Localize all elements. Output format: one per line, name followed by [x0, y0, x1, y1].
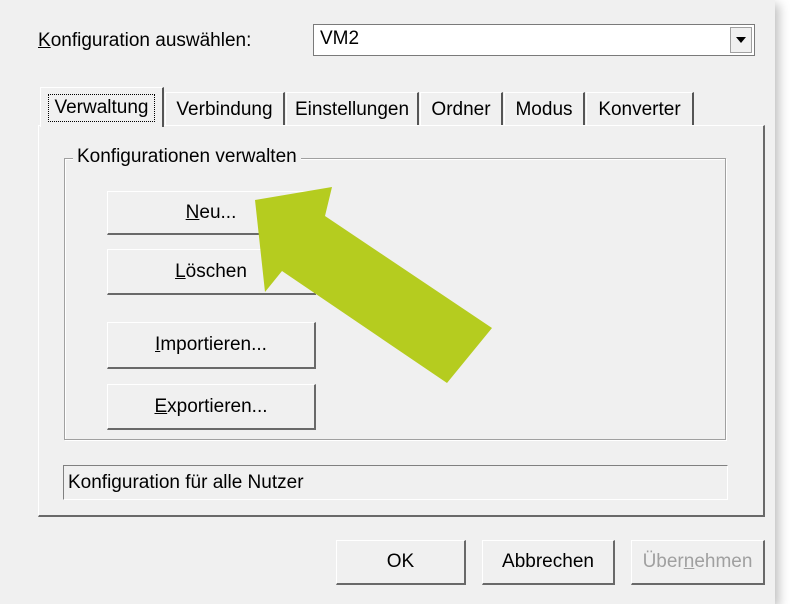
status-text: Konfiguration für alle Nutzer: [68, 472, 304, 493]
config-select[interactable]: VM2: [313, 24, 755, 56]
import-button[interactable]: Importieren...: [107, 322, 316, 369]
status-field: Konfiguration für alle Nutzer: [63, 465, 728, 500]
tab-verwaltung[interactable]: Verwaltung: [40, 87, 164, 127]
group-title: Konfigurationen verwalten: [73, 146, 301, 168]
cancel-button[interactable]: Abbrechen: [482, 540, 615, 585]
delete-button[interactable]: Löschen: [107, 249, 316, 295]
new-button[interactable]: Neu...: [107, 191, 316, 235]
settings-dialog: Konfiguration auswählen: VM2 Verwaltung …: [0, 0, 775, 604]
tab-einstellungen[interactable]: Einstellungen: [286, 92, 419, 126]
tab-ordner[interactable]: Ordner: [420, 92, 503, 126]
tab-modus[interactable]: Modus: [504, 92, 585, 126]
chevron-down-icon[interactable]: [730, 27, 752, 53]
apply-button[interactable]: Übernehmen: [631, 540, 765, 585]
export-button[interactable]: Exportieren...: [107, 384, 316, 430]
ok-button[interactable]: OK: [336, 540, 466, 585]
tab-verbindung[interactable]: Verbindung: [165, 92, 285, 126]
config-label: Konfiguration auswählen:: [38, 30, 252, 51]
config-select-value: VM2: [320, 28, 360, 49]
tab-konverter[interactable]: Konverter: [586, 92, 694, 126]
